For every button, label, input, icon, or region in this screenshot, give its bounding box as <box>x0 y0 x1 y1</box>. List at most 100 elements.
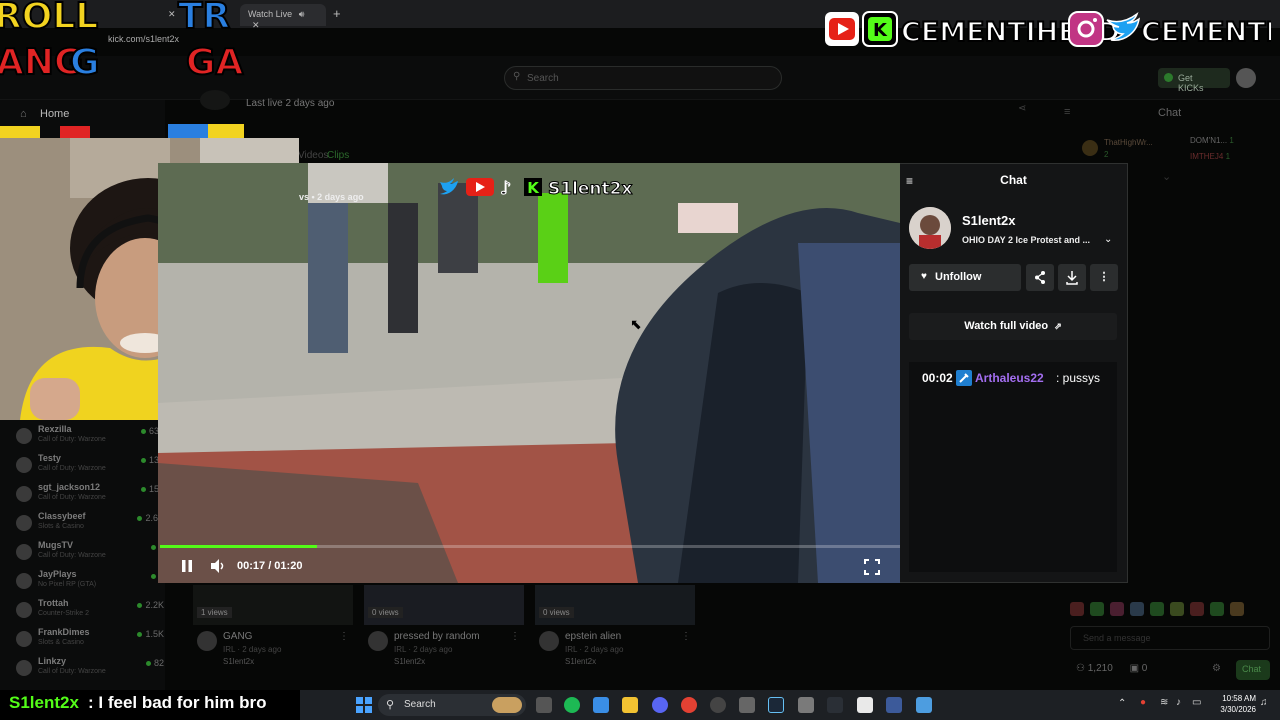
collapse-chat-icon[interactable]: ≡ <box>1064 106 1070 118</box>
live-dot <box>140 487 146 492</box>
tab-watch-live[interactable]: Watch Live 🔊︎ ✕ <box>240 4 326 30</box>
notification-icon[interactable]: ♫ <box>1260 697 1268 708</box>
file-explorer-icon[interactable] <box>622 697 638 713</box>
sidebar-item[interactable]: sgt_jackson12 Call of Duty: Warzone 157 <box>16 482 166 511</box>
app-icon[interactable] <box>857 697 873 713</box>
sidebar-item[interactable]: Testy Call of Duty: Warzone 134 <box>16 453 166 482</box>
sidebar-item[interactable]: JayPlaysNo Pixel RP (GTA)5 <box>16 569 166 598</box>
channel-avatar <box>16 602 32 618</box>
taskbar-clock[interactable]: 10:58 AM 3/30/2026 <box>1216 693 1256 715</box>
chrome-icon[interactable] <box>681 697 697 713</box>
last-live-text: Last live 2 days ago <box>246 98 335 109</box>
video-player[interactable] <box>158 163 900 583</box>
count-value: 2.2K <box>145 600 164 610</box>
download-button[interactable] <box>1058 264 1086 291</box>
obs-icon[interactable] <box>710 697 726 713</box>
sidebar-item[interactable]: Trottah Counter-Strike 2 2.2K <box>16 598 166 627</box>
chat-message-user[interactable]: Arthaleus22 <box>975 371 1044 385</box>
app-icon[interactable] <box>593 697 609 713</box>
chat-line-user: ThatHighWr... <box>1104 138 1153 147</box>
emote-icon[interactable] <box>1230 602 1244 616</box>
unfollow-button[interactable]: ♥ Unfollow <box>909 264 1021 291</box>
video-card[interactable]: 0 views epstein alien IRL · 2 days ago S… <box>535 585 695 675</box>
emote-icon[interactable] <box>1190 602 1204 616</box>
channel-name: FrankDimes <box>38 627 90 637</box>
cementihead-banner: K CEMENTIHEAD CEMENTIII <box>823 8 1280 49</box>
calculator-icon[interactable] <box>798 697 814 713</box>
more-options-button[interactable]: ⋮ <box>1090 264 1118 291</box>
channel-avatar <box>16 457 32 473</box>
chevron-down-icon[interactable]: ⌄ <box>1104 234 1112 245</box>
channel-avatar <box>539 631 559 651</box>
emote-icon[interactable] <box>1170 602 1184 616</box>
settings-icon[interactable]: ⚙ <box>1212 663 1221 674</box>
get-kicks-label: Get KICKs <box>1178 73 1204 93</box>
sidebar-item[interactable]: Rexzilla Call of Duty: Warzone 635 <box>16 424 166 453</box>
battery-icon[interactable]: ▭ <box>1192 697 1201 708</box>
emote-icon[interactable] <box>1150 602 1164 616</box>
windows-start-icon[interactable] <box>356 697 372 713</box>
emote-icon[interactable] <box>1110 602 1124 616</box>
tab-videos[interactable]: Videos <box>298 150 328 161</box>
channel-game: No Pixel RP (GTA) <box>38 581 97 588</box>
emote-icon[interactable] <box>1070 602 1084 616</box>
tab-clips[interactable]: Clips <box>327 150 349 161</box>
channel-game: Call of Duty: Warzone <box>38 494 106 501</box>
video-card[interactable]: 0 views pressed by random IRL · 2 days a… <box>364 585 524 675</box>
search-input[interactable]: ⚲ Search <box>504 66 782 90</box>
share-button[interactable] <box>1026 264 1054 291</box>
video-card[interactable]: 1 views GANG IRL · 2 days ago S1lent2x ⋮ <box>193 585 353 675</box>
sidebar-item[interactable]: Linkzy Call of Duty: Warzone 82 <box>16 656 166 685</box>
chat-line-user: IMTHEJ4 <box>1190 152 1224 161</box>
sidebar-item[interactable]: Classybeef Slots & Casino 2.6K <box>16 511 166 540</box>
more-icon[interactable]: ⋮ <box>339 631 349 642</box>
app-icon[interactable] <box>886 697 902 713</box>
sidebar-home[interactable]: Home <box>40 108 69 120</box>
share-icon[interactable]: ⋖ <box>1018 103 1026 114</box>
chevron-down-icon[interactable]: ⌄ <box>1162 170 1171 183</box>
close-icon[interactable]: ✕ <box>252 20 260 30</box>
get-kicks-button[interactable]: Get KICKs <box>1158 68 1230 93</box>
emote-icon[interactable] <box>1130 602 1144 616</box>
more-icon[interactable]: ⋮ <box>510 631 520 642</box>
volume-icon[interactable] <box>209 558 227 574</box>
channel-avatar <box>16 515 32 531</box>
viewer-count: 2.2K <box>137 600 164 610</box>
fullscreen-icon[interactable] <box>864 559 880 575</box>
speaker-icon[interactable]: ♪ <box>1176 697 1181 708</box>
app-icon[interactable] <box>739 697 755 713</box>
more-icon[interactable]: ⋮ <box>681 631 691 642</box>
viewer-count: 82 <box>145 658 164 668</box>
channel-avatar-bg <box>200 90 230 110</box>
pause-icon[interactable] <box>180 558 194 574</box>
sidebar-item[interactable]: MugsTVCall of Duty: Warzone7 <box>16 540 166 569</box>
sidebar-item[interactable]: FrankDimes Slots & Casino 1.5K <box>16 627 166 656</box>
emote-icon[interactable] <box>1210 602 1224 616</box>
count-value: 82 <box>153 658 164 668</box>
watch-full-video-button[interactable]: Watch full video ⇗ <box>909 313 1117 340</box>
channel-name[interactable]: S1lent2x <box>962 213 1015 228</box>
steam-icon[interactable] <box>768 697 784 713</box>
discord-icon[interactable] <box>652 697 668 713</box>
view-count: 0 views <box>368 607 403 618</box>
chat-send-button[interactable]: Chat <box>1236 660 1270 680</box>
video-thumbnail <box>535 585 695 625</box>
new-tab-button[interactable]: + <box>333 6 341 21</box>
spotify-icon[interactable] <box>564 697 580 713</box>
user-avatar[interactable] <box>1236 68 1256 88</box>
mic-icon[interactable]: ● <box>1140 697 1146 708</box>
wifi-icon[interactable]: ≋ <box>1160 697 1168 708</box>
emote-icon[interactable] <box>1090 602 1104 616</box>
task-view-icon[interactable] <box>536 697 552 713</box>
chevron-up-icon[interactable]: ⌃ <box>1118 698 1126 709</box>
channel-avatar[interactable] <box>909 207 951 249</box>
taskbar-search[interactable]: ⚲ Search <box>378 694 526 716</box>
app-icon[interactable] <box>916 697 932 713</box>
video-date-tag: vs • 2 days ago <box>299 192 364 202</box>
chat-message-input[interactable]: Send a message <box>1070 626 1270 650</box>
share-icon <box>1035 271 1045 284</box>
channel-avatar <box>368 631 388 651</box>
channel-avatar <box>197 631 217 651</box>
video-channel: S1lent2x <box>394 657 426 666</box>
app-icon[interactable] <box>827 697 843 713</box>
